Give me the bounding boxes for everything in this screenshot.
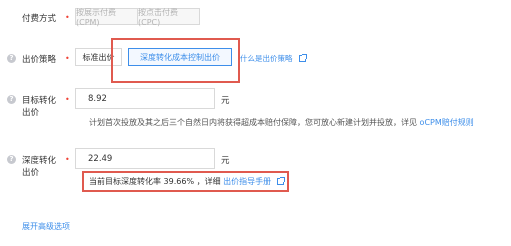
billing-label: 付费方式 <box>22 14 57 24</box>
deep-cost-label-line2: 出价 <box>22 168 40 178</box>
strategy-help-link-text[interactable]: 什么是出价策略 <box>240 54 293 63</box>
strategy-help-link[interactable]: 什么是出价策略 <box>240 53 307 64</box>
deep-cost-rate-info: 当前目标深度转化率 39.66% ，详细 出价指导手册 <box>89 176 286 187</box>
external-link-icon <box>298 54 307 62</box>
expand-advanced-options-link[interactable]: 展开高级选项 <box>22 221 70 232</box>
external-link-icon <box>277 177 286 185</box>
target-cost-label-line1: 目标转化 <box>22 96 57 106</box>
deep-cost-rate-text: 当前目标深度转化率 39.66% ，详细 <box>89 177 221 186</box>
help-icon[interactable]: ? <box>7 54 16 63</box>
strategy-label: 出价策略 <box>22 55 57 65</box>
target-cost-input[interactable]: 8.92 <box>75 88 215 109</box>
target-cost-description-text: 计划首次投放及其之后三个自然日内将获得超成本赔付保障，您可放心新建计划并投放，详… <box>89 118 417 127</box>
target-cost-label-line2: 出价 <box>22 108 40 118</box>
billing-option-cpm[interactable]: 按展示付费(CPM) <box>75 8 138 27</box>
bid-guide-link[interactable]: 出价指导手册 <box>223 177 271 186</box>
deep-cost-input[interactable]: 22.49 <box>75 148 215 169</box>
ocpm-compensation-rules-link[interactable]: oCPM赔付规则 <box>420 118 474 127</box>
required-mark: • <box>65 155 70 164</box>
help-icon[interactable]: ? <box>7 95 16 104</box>
required-mark: • <box>65 13 70 22</box>
deep-cost-label-line1: 深度转化 <box>22 156 57 166</box>
target-cost-unit: 元 <box>221 96 230 106</box>
strategy-option-deep-cost-control[interactable]: 深度转化成本控制出价 <box>128 48 232 66</box>
required-mark: • <box>65 95 70 104</box>
billing-option-cpc[interactable]: 按点击付费(CPC) <box>137 8 200 27</box>
target-cost-description: 计划首次投放及其之后三个自然日内将获得超成本赔付保障，您可放心新建计划并投放，详… <box>89 117 474 128</box>
deep-cost-unit: 元 <box>221 156 230 166</box>
help-icon[interactable]: ? <box>7 155 16 164</box>
required-mark: • <box>65 54 70 63</box>
